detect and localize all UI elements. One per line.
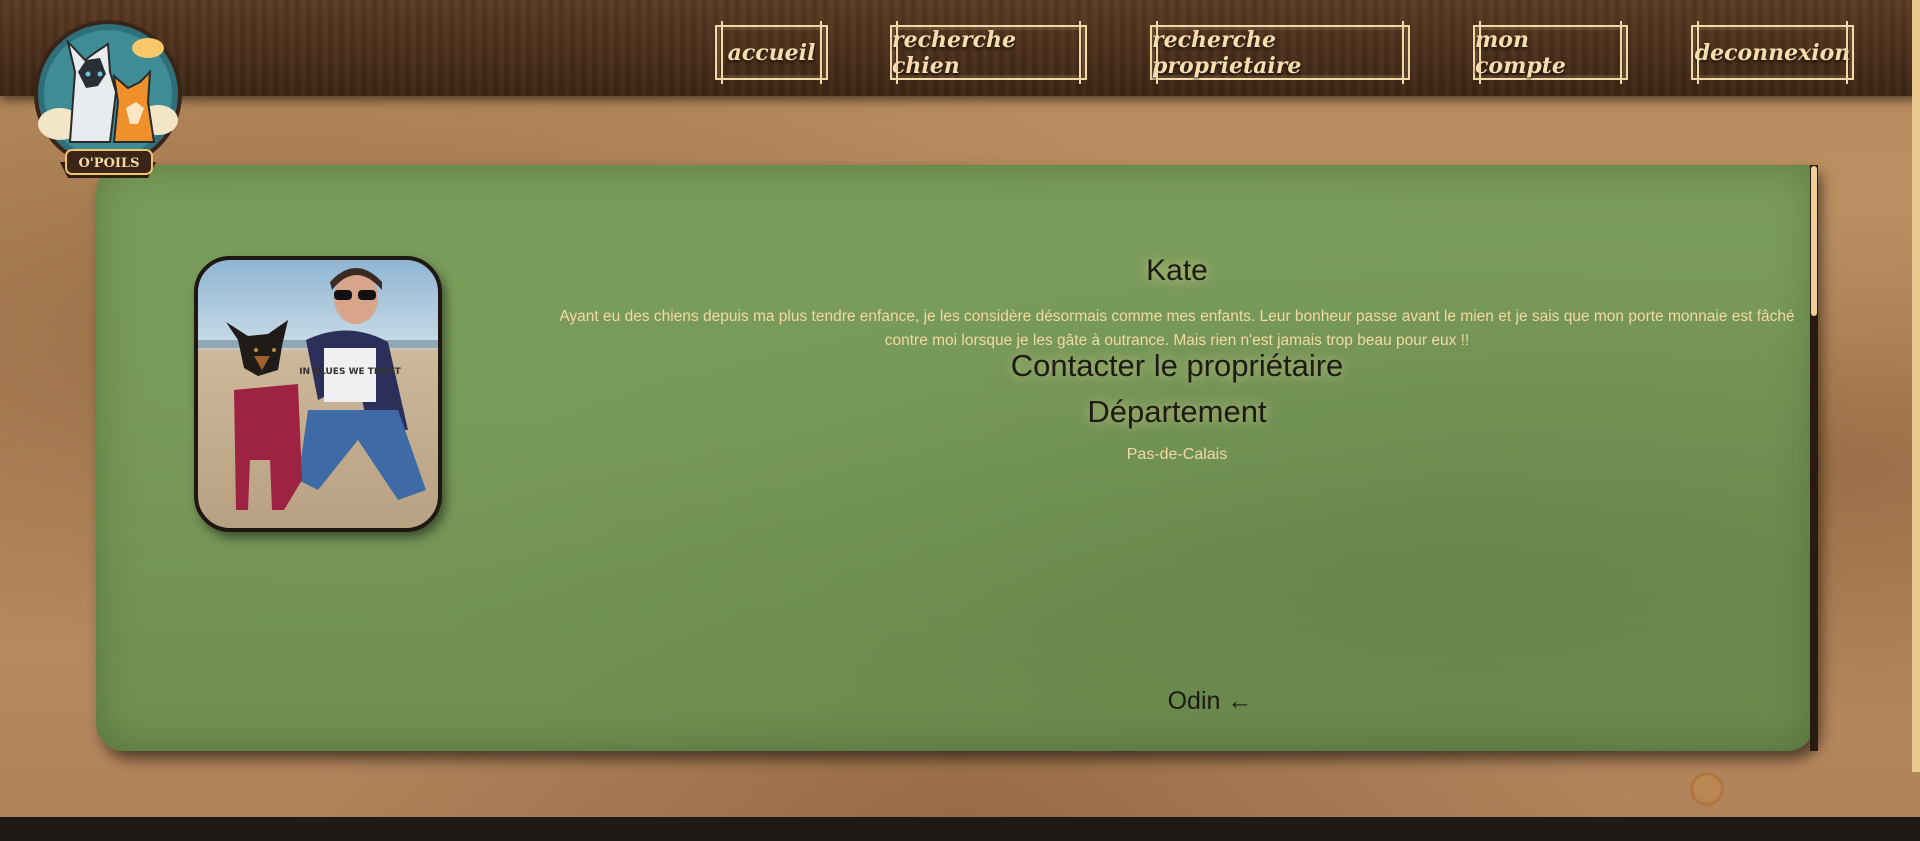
nav-accueil-label: accueil	[727, 39, 816, 66]
department-value: Pas-de-Calais	[1126, 446, 1228, 463]
nav-mon-compte[interactable]: mon compte	[1473, 21, 1628, 84]
tshirt-text: IN BLUES WE TRUST	[299, 367, 401, 377]
nav-mon-compte-label: mon compte	[1475, 26, 1566, 79]
owner-dog-photo-icon: IN BLUES WE TRUST	[198, 268, 438, 510]
owner-bio: Ayant eu des chiens depuis ma plus tendr…	[559, 308, 1795, 349]
page-scrollbar[interactable]	[1912, 0, 1920, 772]
dog-link-odin[interactable]: Odin ←	[1100, 687, 1320, 716]
nav-accueil[interactable]: accueil	[715, 21, 828, 84]
nav-deconnexion-label: deconnexion	[1694, 39, 1851, 66]
nav-recherche-chien-label: recherche chien	[892, 26, 1016, 79]
footer-bar	[0, 817, 1920, 841]
card-scrollbar-thumb[interactable]	[1811, 166, 1817, 316]
owner-name: Kate	[1146, 254, 1208, 287]
logo-emblem-icon: O'POILS	[34, 20, 182, 178]
contact-owner-link[interactable]: Contacter le propriétaire	[900, 348, 1454, 384]
logo-text: O'POILS	[78, 156, 139, 171]
nav-deconnexion[interactable]: deconnexion	[1691, 21, 1854, 84]
department-heading: Département	[1087, 394, 1267, 429]
coffee-stain-decoration	[1690, 772, 1724, 806]
owner-photo: IN BLUES WE TRUST	[194, 256, 442, 532]
site-logo[interactable]: O'POILS	[30, 12, 190, 178]
nav-recherche-proprietaire-label: recherche proprietaire	[1152, 26, 1302, 79]
nav-recherche-chien[interactable]: recherche chien	[890, 21, 1087, 84]
nav-recherche-proprietaire[interactable]: recherche proprietaire	[1150, 21, 1410, 84]
